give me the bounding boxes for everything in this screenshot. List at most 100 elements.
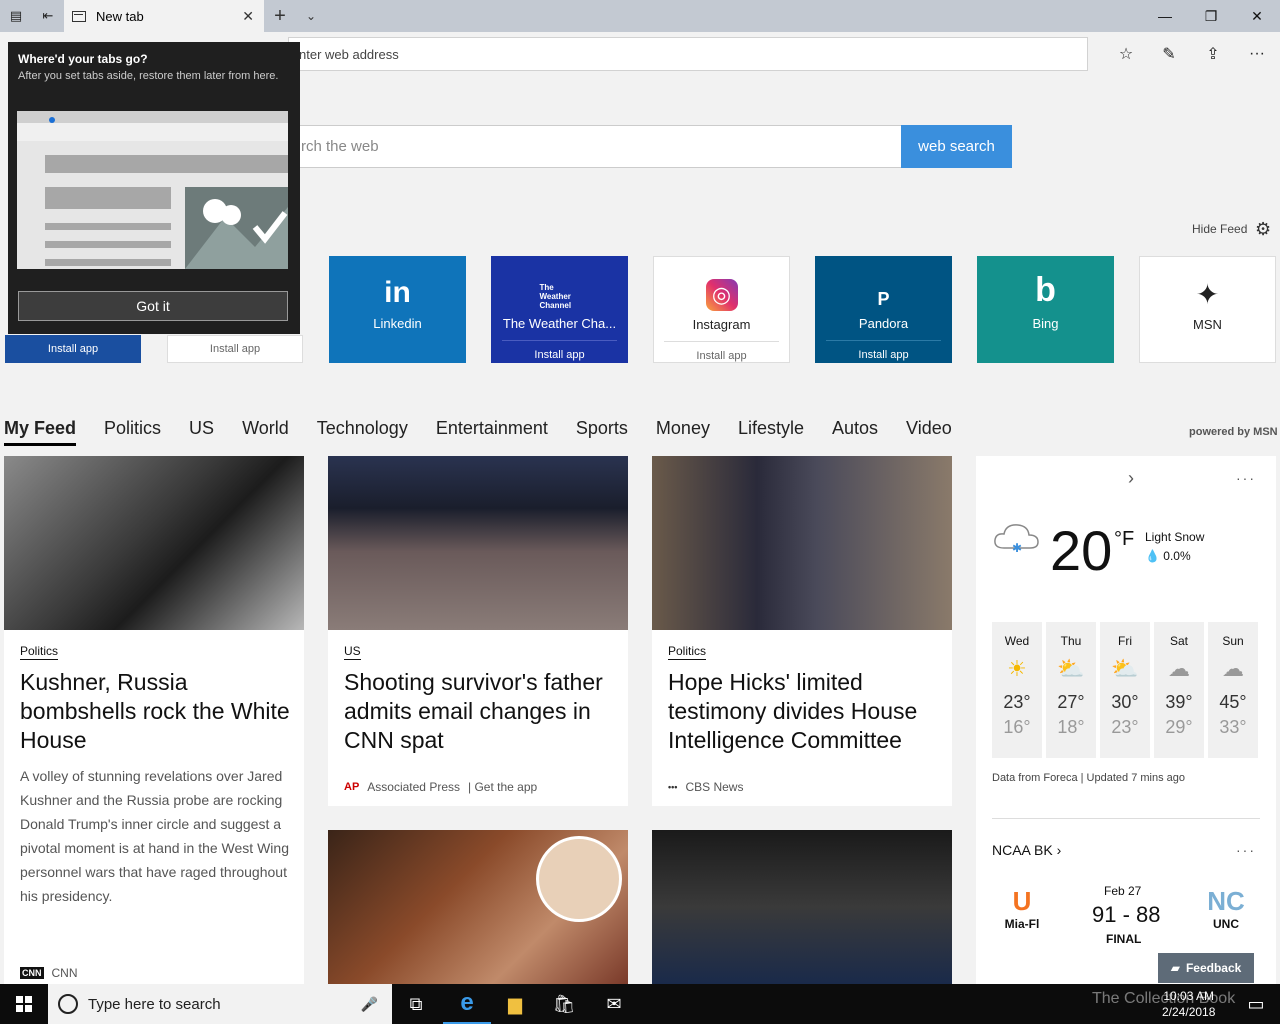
taskbar-search-box[interactable]: Type here to search 🎤: [48, 984, 392, 1024]
hide-feed-link[interactable]: Hide Feed: [1192, 222, 1247, 236]
weather-data-source[interactable]: Data from Foreca | Updated 7 mins ago: [992, 772, 1185, 784]
cnn-logo-icon: CNN: [20, 967, 44, 979]
tab-title: New tab: [96, 8, 144, 24]
news-headline[interactable]: Shooting survivor's father admits email …: [344, 668, 614, 755]
tab-close-icon[interactable]: ✕: [242, 8, 254, 25]
feed-tab-us[interactable]: US: [189, 418, 214, 446]
web-search-button[interactable]: web search: [901, 125, 1012, 168]
news-category[interactable]: Politics: [20, 644, 59, 660]
feed-tab-sports[interactable]: Sports: [576, 418, 628, 446]
top-site-tile-linkedin[interactable]: in Linkedin: [329, 256, 466, 363]
miami-logo-icon: U: [1012, 886, 1032, 916]
team-miami[interactable]: U Mia-Fl: [996, 886, 1048, 931]
forecast-day[interactable]: Sun ☁ 45° 33°: [1208, 622, 1258, 758]
install-app-label: Install app: [47, 343, 99, 355]
more-options-icon[interactable]: ···: [1243, 42, 1271, 66]
cloud-snow-icon: ✱: [992, 520, 1042, 555]
popup-illustration: [17, 111, 288, 269]
feed-tab-world[interactable]: World: [242, 418, 289, 446]
windows-start-icon[interactable]: [0, 984, 48, 1024]
set-tabs-aside-icon[interactable]: ⇤: [32, 0, 64, 32]
temperature-unit[interactable]: °F: [1114, 528, 1134, 551]
tile-name: Pandora: [858, 316, 909, 331]
file-explorer-icon[interactable]: ▆: [491, 984, 539, 1024]
top-site-tile-partial-2[interactable]: Install app: [167, 335, 303, 363]
favorites-star-icon[interactable]: ☆: [1112, 42, 1140, 66]
top-site-tile-msn[interactable]: ✦ MSN: [1139, 256, 1276, 363]
feedback-button[interactable]: ▰ Feedback: [1158, 953, 1254, 983]
news-card-photo-1[interactable]: [328, 830, 628, 984]
web-search-input[interactable]: rch the web: [288, 125, 902, 168]
news-card-shooting-survivor[interactable]: US Shooting survivor's father admits ema…: [328, 456, 628, 806]
minimize-button[interactable]: —: [1142, 0, 1188, 32]
notifications-icon[interactable]: ▭: [1236, 984, 1276, 1024]
news-source[interactable]: CNN CNN: [20, 966, 78, 980]
news-photo: [652, 830, 952, 984]
forecast-day[interactable]: Fri ⛅ 30° 23°: [1100, 622, 1150, 758]
edge-browser-icon[interactable]: e: [443, 984, 491, 1024]
task-view-icon[interactable]: ⧉: [392, 984, 440, 1024]
share-icon[interactable]: ⇪: [1199, 42, 1227, 66]
address-input[interactable]: nter web address: [288, 37, 1088, 71]
feed-tab-autos[interactable]: Autos: [832, 418, 878, 446]
weather-more-icon[interactable]: ···: [1236, 470, 1256, 486]
clock[interactable]: 10:03 AM 2/24/2018: [1162, 988, 1215, 1020]
team-unc[interactable]: NC UNC: [1202, 886, 1250, 931]
weather-channel-logo-icon: The Weather Channel: [539, 283, 572, 310]
news-category[interactable]: Politics: [668, 644, 707, 660]
install-app-label[interactable]: Install app: [858, 349, 908, 361]
get-the-app-link[interactable]: | Get the app: [468, 780, 537, 794]
top-site-tile-bing[interactable]: b Bing: [977, 256, 1114, 363]
restore-button[interactable]: ❐: [1188, 0, 1234, 32]
news-card-hope-hicks[interactable]: Politics Hope Hicks' limited testimony d…: [652, 456, 952, 806]
tab-new-tab[interactable]: New tab ✕: [64, 0, 264, 32]
tabs-aside-icon[interactable]: ▤: [0, 0, 32, 32]
forecast-day[interactable]: Thu ⛅ 27° 18°: [1046, 622, 1096, 758]
feed-tab-politics[interactable]: Politics: [104, 418, 161, 446]
low-temp: 23°: [1111, 717, 1139, 737]
install-app-label[interactable]: Install app: [696, 350, 746, 362]
tab-preview-chevron-icon[interactable]: ⌄: [296, 0, 326, 32]
store-icon[interactable]: 🛍: [540, 984, 588, 1024]
news-card-kushner[interactable]: Politics Kushner, Russia bombshells rock…: [4, 456, 304, 984]
news-card-photo-2[interactable]: [652, 830, 952, 984]
news-source[interactable]: ••• CBS News: [668, 780, 743, 794]
source-name: CBS News: [685, 780, 744, 794]
microphone-icon[interactable]: 🎤: [361, 996, 378, 1013]
got-it-button[interactable]: Got it: [18, 291, 288, 321]
feed-tab-lifestyle[interactable]: Lifestyle: [738, 418, 804, 446]
news-headline[interactable]: Hope Hicks' limited testimony divides Ho…: [668, 668, 938, 755]
top-site-tile-pandora[interactable]: P Pandora Install app: [815, 256, 952, 363]
taskbar-search-placeholder: Type here to search: [88, 995, 221, 1013]
gear-icon[interactable]: ⚙: [1255, 219, 1271, 240]
top-site-tile-partial-1[interactable]: Install app: [5, 335, 141, 363]
install-app-label[interactable]: Install app: [534, 349, 584, 361]
clock-time: 10:03 AM: [1163, 989, 1215, 1003]
forecast-day[interactable]: Sat ☁ 39° 29°: [1154, 622, 1204, 758]
web-notes-pen-icon[interactable]: ✎: [1155, 42, 1183, 66]
source-name: Associated Press: [367, 780, 460, 794]
feed-tab-entertainment[interactable]: Entertainment: [436, 418, 548, 446]
forecast-day[interactable]: Wed ☀ 23° 16°: [992, 622, 1042, 758]
game-score[interactable]: 91 - 88: [1092, 902, 1161, 928]
feed-tab-money[interactable]: Money: [656, 418, 710, 446]
new-tab-button[interactable]: +: [264, 0, 296, 32]
mail-icon[interactable]: ✉: [590, 984, 638, 1024]
high-temp: 39°: [1165, 692, 1193, 712]
weather-next-chevron-icon[interactable]: ›: [1128, 468, 1134, 489]
top-site-tile-weather-channel[interactable]: The Weather Channel The Weather Cha... I…: [491, 256, 628, 363]
news-category[interactable]: US: [344, 644, 361, 660]
close-window-button[interactable]: ✕: [1234, 0, 1280, 32]
ncaa-more-icon[interactable]: ···: [1236, 842, 1256, 858]
high-temp: 27°: [1057, 692, 1085, 712]
feed-tab-technology[interactable]: Technology: [317, 418, 408, 446]
feed-tab-video[interactable]: Video: [906, 418, 952, 446]
news-source[interactable]: AP Associated Press | Get the app: [344, 780, 537, 794]
top-site-tile-instagram[interactable]: ◎ Instagram Install app: [653, 256, 790, 363]
news-headline[interactable]: Kushner, Russia bombshells rock the Whit…: [20, 668, 290, 755]
ncaa-title-link[interactable]: NCAA BK ›: [992, 842, 1061, 858]
news-inset-avatar: [536, 836, 622, 922]
clock-date: 2/24/2018: [1162, 1005, 1216, 1019]
sun-icon: ☀: [1007, 656, 1027, 681]
feed-tab-my-feed[interactable]: My Feed: [4, 418, 77, 446]
